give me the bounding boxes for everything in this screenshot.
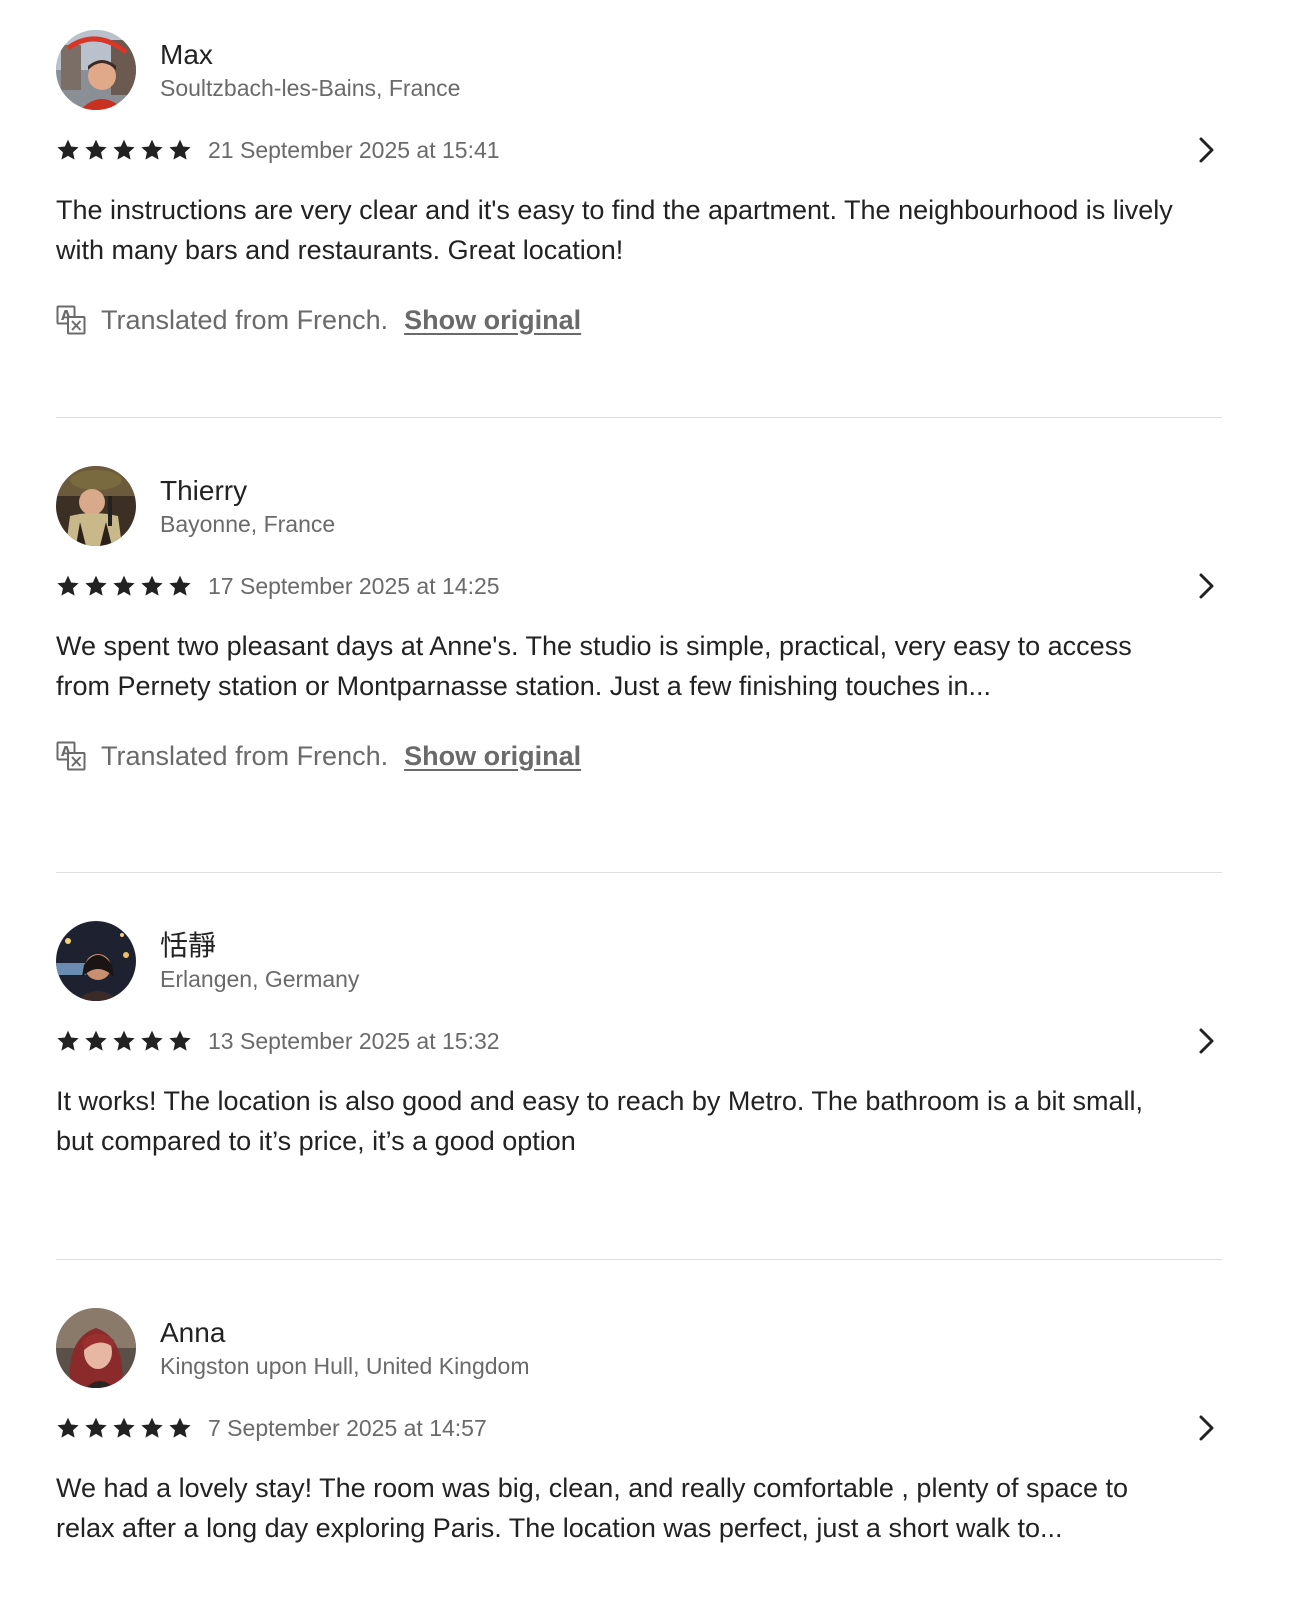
star-icon (56, 1029, 80, 1053)
star-icon (56, 1416, 80, 1440)
chevron-right-icon[interactable] (1190, 570, 1222, 602)
reviewer-name: Max (160, 39, 213, 70)
review-card: 恬靜 Erlangen, Germany 13 September 2025 a… (56, 921, 1222, 1260)
star-icon (56, 138, 80, 162)
star-rating (56, 1416, 192, 1440)
review-date: 13 September 2025 at 15:32 (208, 1028, 500, 1054)
review-card: Anna Kingston upon Hull, United Kingdom … (56, 1308, 1222, 1606)
chevron-right-icon[interactable] (1190, 1412, 1222, 1444)
reviewer-name: Thierry (160, 475, 248, 506)
translation-notice: Translated from French. Show original (56, 300, 1222, 340)
avatar[interactable] (56, 30, 136, 110)
reviewer-location: Bayonne, France (160, 511, 336, 537)
avatar[interactable] (56, 921, 136, 1001)
star-rating (56, 1029, 192, 1053)
star-rating (56, 138, 192, 162)
star-icon (168, 574, 192, 598)
review-header: 恬靜 Erlangen, Germany (56, 921, 1222, 1001)
star-icon (84, 574, 108, 598)
chevron-right-icon[interactable] (1190, 134, 1222, 166)
reviews-list: Max Soultzbach-les-Bains, France 21 Sept… (56, 0, 1222, 1606)
reviewer-name: 恬靜 (160, 930, 217, 961)
star-icon (84, 1029, 108, 1053)
translate-icon (56, 305, 86, 335)
review-text: It works! The location is also good and … (56, 1086, 1144, 1156)
show-original-link[interactable]: Show original (404, 305, 581, 336)
review-header: Anna Kingston upon Hull, United Kingdom (56, 1308, 1222, 1388)
star-icon (112, 574, 136, 598)
review-date: 7 September 2025 at 14:57 (208, 1415, 487, 1441)
star-rating (56, 574, 192, 598)
review-meta: 13 September 2025 at 15:32 (56, 1021, 1222, 1061)
review-date: 17 September 2025 at 14:25 (208, 573, 500, 599)
translated-note: Translated from French. (101, 304, 389, 335)
star-icon (140, 1029, 164, 1053)
star-icon (168, 138, 192, 162)
review-card: Thierry Bayonne, France 17 September 202… (56, 466, 1222, 873)
star-icon (56, 574, 80, 598)
star-icon (112, 138, 136, 162)
star-icon (140, 138, 164, 162)
avatar[interactable] (56, 1308, 136, 1388)
review-text: We had a lovely stay! The room was big, … (56, 1473, 1129, 1543)
star-icon (112, 1416, 136, 1440)
reviewer-location: Soultzbach-les-Bains, France (160, 75, 461, 101)
star-icon (112, 1029, 136, 1053)
star-icon (168, 1416, 192, 1440)
review-date: 21 September 2025 at 15:41 (208, 137, 500, 163)
review-meta: 7 September 2025 at 14:57 (56, 1408, 1222, 1448)
translation-notice: Translated from French. Show original (56, 736, 1222, 776)
review-header: Thierry Bayonne, France (56, 466, 1222, 546)
reviewer-name: Anna (160, 1317, 226, 1348)
star-icon (140, 1416, 164, 1440)
review-text: The instructions are very clear and it's… (56, 195, 1173, 265)
star-icon (84, 1416, 108, 1440)
star-icon (84, 138, 108, 162)
translated-note: Translated from French. (101, 740, 389, 771)
review-meta: 17 September 2025 at 14:25 (56, 566, 1222, 606)
avatar[interactable] (56, 466, 136, 546)
reviewer-location: Kingston upon Hull, United Kingdom (160, 1353, 530, 1379)
review-header: Max Soultzbach-les-Bains, France (56, 30, 1222, 110)
review-card: Max Soultzbach-les-Bains, France 21 Sept… (56, 30, 1222, 418)
review-meta: 21 September 2025 at 15:41 (56, 130, 1222, 170)
show-original-link[interactable]: Show original (404, 741, 581, 772)
chevron-right-icon[interactable] (1190, 1025, 1222, 1057)
review-text: We spent two pleasant days at Anne's. Th… (56, 631, 1132, 701)
star-icon (168, 1029, 192, 1053)
star-icon (140, 574, 164, 598)
translate-icon (56, 741, 86, 771)
reviewer-location: Erlangen, Germany (160, 966, 360, 992)
